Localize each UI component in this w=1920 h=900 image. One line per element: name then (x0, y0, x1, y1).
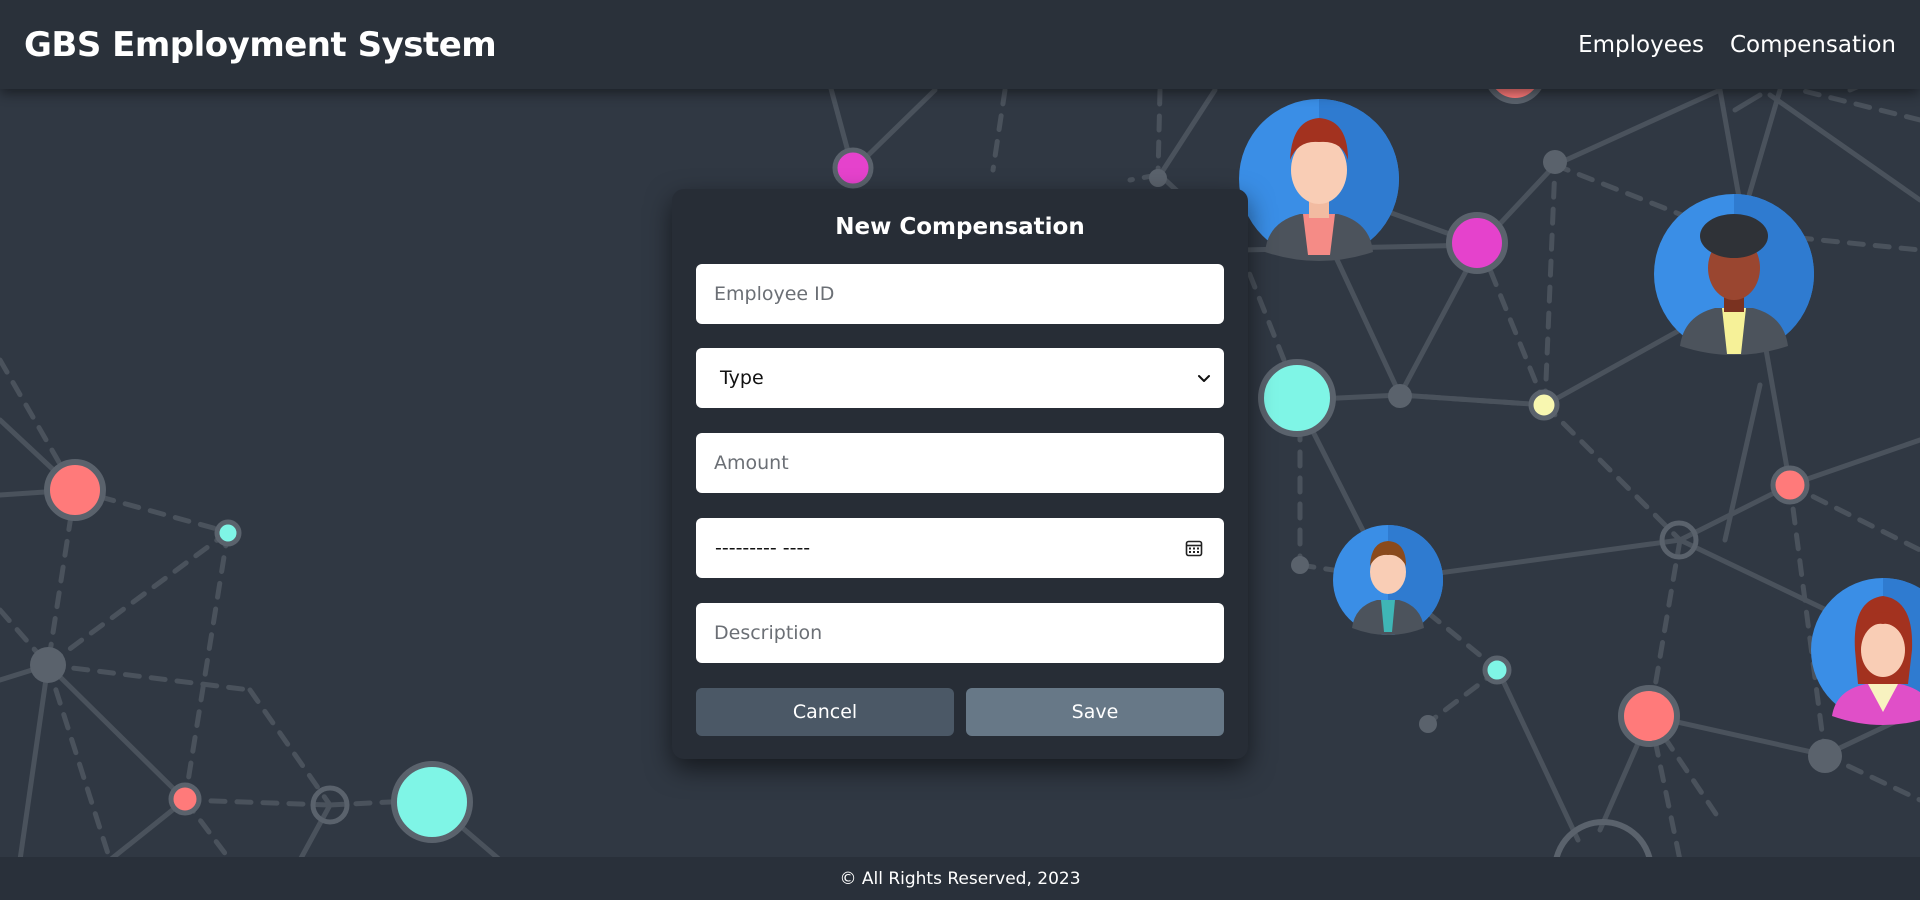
page-footer: © All Rights Reserved, 2023 (0, 857, 1920, 900)
top-navbar: GBS Employment System Employees Compensa… (0, 0, 1920, 89)
cancel-button[interactable]: Cancel (696, 688, 954, 736)
form-title: New Compensation (835, 214, 1085, 240)
calendar-icon[interactable] (1184, 538, 1204, 558)
amount-input[interactable] (696, 433, 1224, 493)
date-input[interactable]: --------- ---- (696, 518, 1224, 578)
employee-id-input[interactable] (696, 264, 1224, 324)
chevron-down-icon (1198, 375, 1210, 382)
type-select[interactable]: Type (696, 348, 1224, 408)
description-input[interactable] (696, 603, 1224, 663)
app-brand-title[interactable]: GBS Employment System (24, 25, 497, 65)
new-compensation-form: New Compensation Type --------- ---- (672, 189, 1248, 759)
avatar-man-redhair-icon (1239, 99, 1399, 261)
date-input-value: --------- ---- (715, 537, 811, 559)
copyright-text: © All Rights Reserved, 2023 (839, 868, 1081, 889)
main-nav: Employees Compensation (1578, 32, 1896, 58)
nav-link-compensation[interactable]: Compensation (1730, 32, 1896, 58)
type-select-value: Type (720, 367, 764, 389)
save-button[interactable]: Save (966, 688, 1224, 736)
avatar-man-afro-icon (1654, 194, 1814, 355)
app-root: GBS Employment System Employees Compensa… (0, 0, 1920, 900)
avatar-man-tie-icon (1333, 525, 1443, 635)
nav-link-employees[interactable]: Employees (1578, 32, 1704, 58)
avatar-woman-icon (1811, 578, 1920, 725)
